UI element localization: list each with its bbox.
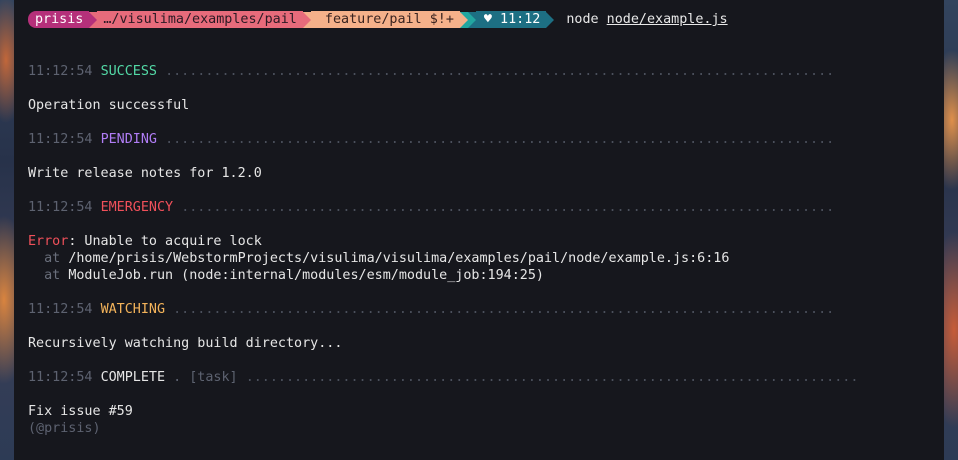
segment-separator-icon: [467, 11, 476, 28]
log-header: 11:12:54 COMPLETE . [task] .............…: [28, 369, 858, 386]
log-level: SUCCESS: [100, 64, 157, 79]
segment-separator-icon: [546, 11, 555, 28]
log-dots: ........................................…: [165, 132, 835, 147]
terminal-window[interactable]: prisis …/visulima/examples/pail feature/…: [14, 0, 944, 460]
log-message: Write release notes for 1.2.0: [28, 166, 262, 181]
log-level: EMERGENCY: [100, 200, 174, 215]
log-level: COMPLETE: [100, 370, 166, 385]
log-suffix: (@prisis): [28, 421, 101, 436]
prompt-time: 11:12: [500, 12, 541, 27]
shell-prompt: prisis …/visulima/examples/pail feature/…: [28, 11, 728, 28]
shell-command: node node/example.js: [566, 11, 727, 28]
log-message: Fix issue #59: [28, 404, 133, 419]
log-timestamp: 11:12:54: [28, 302, 93, 317]
segment-separator-icon: [89, 11, 98, 28]
error-label: Error: [28, 234, 69, 249]
log-header: 11:12:54 EMERGENCY .....................…: [28, 199, 834, 216]
stack-at: at: [44, 268, 61, 283]
heart-icon: ♥: [483, 12, 492, 27]
log-header: 11:12:54 SUCCESS .......................…: [28, 63, 834, 80]
segment-separator-icon: [459, 11, 468, 28]
log-level: PENDING: [100, 132, 157, 147]
prompt-git-status: feature/pail $!+: [324, 12, 454, 27]
log-message: Recursively watching build directory...: [28, 336, 343, 351]
stack-location[interactable]: /home/prisis/WebstormProjects/visulima/v…: [68, 251, 729, 266]
prompt-user-segment: prisis: [28, 11, 90, 28]
error-text: : Unable to acquire lock: [68, 234, 262, 249]
log-timestamp: 11:12:54: [28, 370, 93, 385]
log-dots: ........................................…: [165, 64, 835, 79]
prompt-git-segment: feature/pail $!+: [310, 11, 460, 28]
prompt-time-segment: ♥ 11:12: [475, 11, 547, 28]
log-timestamp: 11:12:54: [28, 132, 93, 147]
command-file-link[interactable]: node/example.js: [607, 12, 728, 27]
log-scope: . [task]: [173, 370, 238, 385]
segment-separator-icon: [302, 11, 311, 28]
log-dots: ........................................…: [181, 200, 835, 215]
log-dots: ........................................…: [245, 370, 859, 385]
log-timestamp: 11:12:54: [28, 64, 93, 79]
prompt-path-segment: …/visulima/examples/pail: [97, 11, 303, 28]
stack-frame: at /home/prisis/WebstormProjects/visulim…: [28, 250, 729, 267]
stack-location: ModuleJob.run (node:internal/modules/esm…: [68, 268, 544, 283]
log-level: WATCHING: [100, 302, 166, 317]
stack-at: at: [44, 251, 61, 266]
log-message: Operation successful: [28, 98, 190, 113]
log-header: 11:12:54 WATCHING ......................…: [28, 301, 834, 318]
log-timestamp: 11:12:54: [28, 200, 93, 215]
command-name: node: [566, 12, 599, 27]
log-dots: ........................................…: [173, 302, 835, 317]
log-header: 11:12:54 PENDING .......................…: [28, 131, 834, 148]
stack-frame: at ModuleJob.run (node:internal/modules/…: [28, 267, 544, 284]
error-message: Error: Unable to acquire lock: [28, 233, 262, 250]
